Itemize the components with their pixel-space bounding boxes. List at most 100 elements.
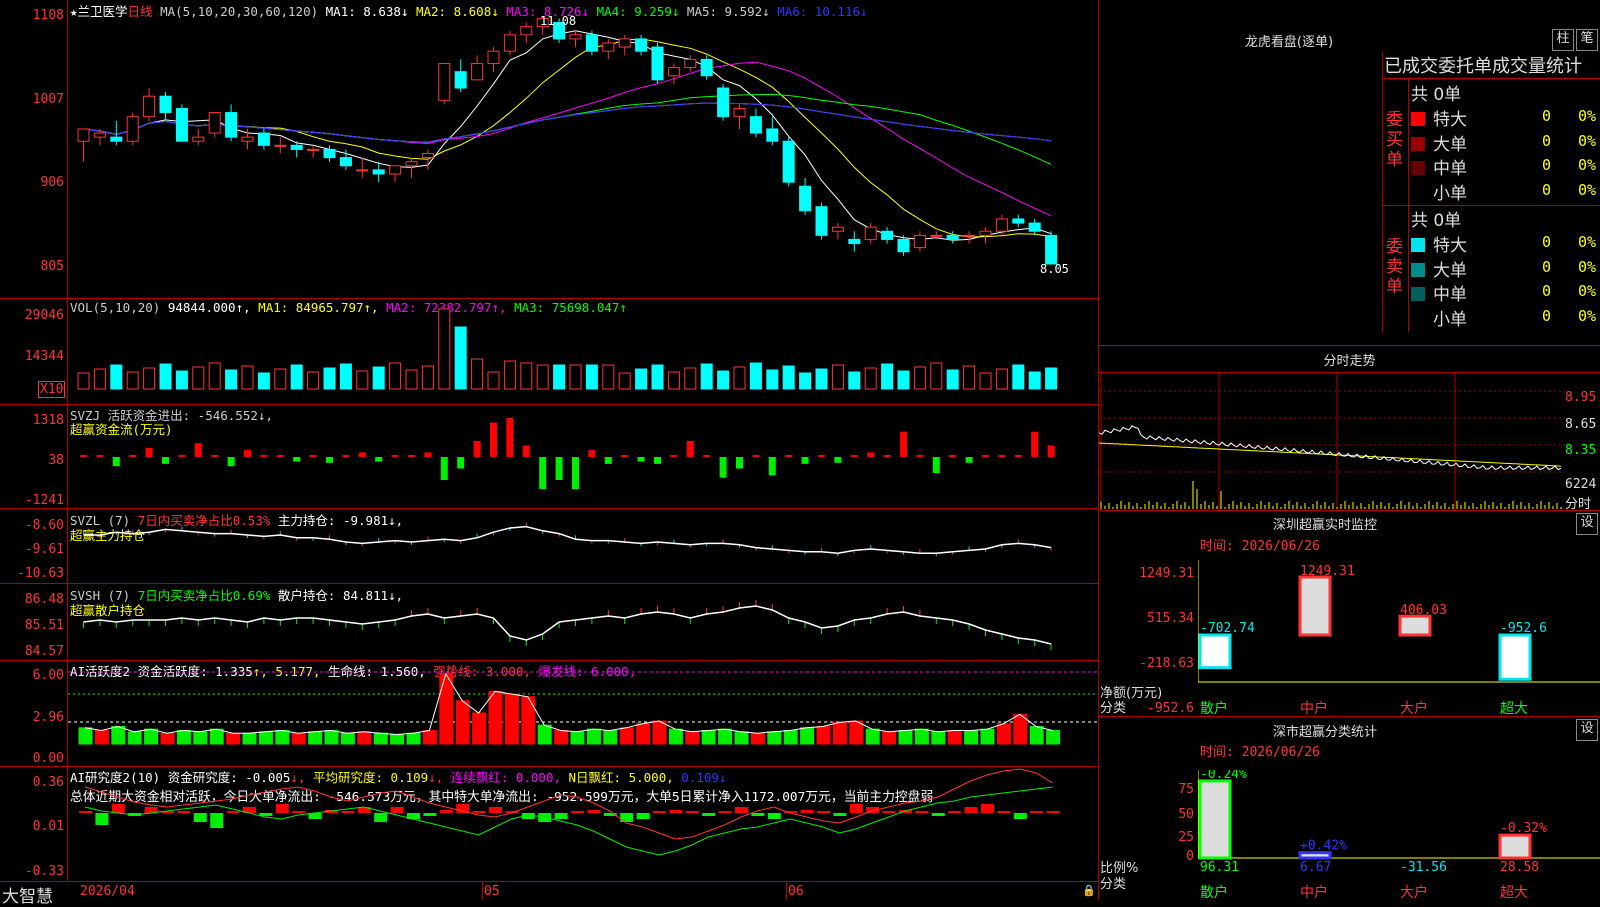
intraday-chart[interactable] xyxy=(1099,373,1565,510)
activity-bar xyxy=(291,732,306,745)
sc-bar-chart[interactable]: -0.24% +0.42% -0.32% xyxy=(1198,770,1600,865)
research-bar xyxy=(79,811,92,813)
candle-body xyxy=(471,62,484,81)
svsh-chart[interactable] xyxy=(68,584,1098,660)
flow-bar xyxy=(178,455,186,457)
research-bar xyxy=(833,813,847,816)
price-tick: 1108 xyxy=(32,8,64,23)
ai1-tick: 6.00 xyxy=(32,668,64,683)
order-row-中单: 中单 xyxy=(1411,280,1467,305)
flow-bar xyxy=(719,457,727,478)
research-bar xyxy=(177,811,191,813)
candle-body xyxy=(520,26,533,36)
sc-settings-button[interactable]: 设 xyxy=(1576,719,1598,741)
candle-body xyxy=(405,161,418,167)
order-type-label: 特大 xyxy=(1433,110,1467,130)
volume-bar xyxy=(159,363,172,390)
research-bar xyxy=(751,813,765,816)
sc-tick: 50 xyxy=(1178,807,1194,822)
svzl-chart[interactable] xyxy=(68,509,1098,583)
panel-divider xyxy=(1099,716,1600,717)
activity-bar xyxy=(964,730,979,745)
flow-bar xyxy=(80,455,87,457)
ai2-chart[interactable] xyxy=(68,767,1098,882)
activity-bar xyxy=(898,730,913,745)
activity-bar xyxy=(258,731,273,745)
ai1-tick: 2.96 xyxy=(32,710,64,725)
activity-bar xyxy=(800,727,815,745)
sz-category: 中户 xyxy=(1300,701,1328,717)
flow-bar xyxy=(457,457,465,469)
ai1-chart[interactable] xyxy=(68,661,1098,767)
sc-bar xyxy=(1498,833,1532,860)
activity-bar xyxy=(422,730,437,745)
candle-body xyxy=(618,38,631,48)
activity-bar xyxy=(324,730,339,745)
app-window: ★兰卫医学日线 MA(5,10,20,30,60,120) MA1: 8.638… xyxy=(0,0,1600,907)
panel-divider xyxy=(1099,510,1600,511)
research-bar xyxy=(882,811,896,813)
volume-bar xyxy=(831,364,844,390)
lhb-tabs[interactable]: 已成交委托单成交量统计 xyxy=(1384,52,1582,78)
activity-bar xyxy=(685,731,700,745)
candle-body xyxy=(143,95,156,118)
candle-body xyxy=(372,169,385,175)
volume-bar xyxy=(749,362,762,390)
research-bar xyxy=(849,804,863,813)
candle-body xyxy=(881,230,894,240)
volume-bar xyxy=(503,360,516,390)
sz-tick: 515.34 xyxy=(1147,611,1194,626)
activity-bar xyxy=(308,731,323,745)
sz-settings-button[interactable]: 设 xyxy=(1576,513,1598,535)
volume-chart[interactable] xyxy=(68,299,1098,404)
volume-bar xyxy=(438,308,451,390)
flow-bar xyxy=(358,452,366,457)
low-annotation: 8.05 xyxy=(1040,262,1069,276)
order-row-小单: 小单 xyxy=(1411,179,1467,204)
flow-bar xyxy=(883,455,891,457)
research-bar xyxy=(964,807,978,813)
candle-body xyxy=(110,136,123,142)
sz-category: 超大 xyxy=(1500,701,1528,717)
activity-bar xyxy=(767,731,782,745)
candle-body xyxy=(438,62,451,101)
flow-bar xyxy=(227,457,235,467)
candle-body xyxy=(766,128,779,142)
price-tick: 805 xyxy=(40,259,64,274)
panel-divider xyxy=(0,881,1098,882)
activity-bar xyxy=(439,673,454,745)
sc-bar-change: +0.42% xyxy=(1300,839,1347,854)
lock-icon[interactable]: 🔒 xyxy=(1082,884,1096,897)
bar-mode-button[interactable]: 柱 xyxy=(1552,29,1574,51)
flow-bar xyxy=(244,450,251,457)
activity-bar xyxy=(472,712,487,745)
candle-body xyxy=(93,132,106,138)
sz-bar-chart[interactable]: -702.74 1249.31 406.03 -952.6 xyxy=(1198,560,1600,685)
vol-unit-badge[interactable]: X10 xyxy=(38,381,66,398)
activity-bar xyxy=(193,731,208,745)
flow-bar xyxy=(637,457,645,462)
price-chart[interactable] xyxy=(68,0,1098,300)
activity-bar xyxy=(816,725,831,745)
candle-body xyxy=(995,218,1008,232)
activity-bar xyxy=(603,730,618,745)
tick-mode-button[interactable]: 笔 xyxy=(1576,29,1598,51)
candle-body xyxy=(963,234,976,237)
order-type-label: 大单 xyxy=(1433,134,1467,155)
brand-logo[interactable]: 大智慧 xyxy=(2,882,53,907)
date-divider xyxy=(786,882,787,900)
color-swatch xyxy=(1411,136,1425,151)
svzj-chart[interactable] xyxy=(68,405,1098,508)
fs-tick: 8.65 xyxy=(1565,417,1597,432)
activity-bar xyxy=(209,728,224,745)
research-bar xyxy=(931,813,945,816)
flow-bar xyxy=(490,422,497,457)
order-percent: 0% xyxy=(1578,156,1597,174)
candle-body xyxy=(323,148,336,159)
sz-bar-label: -952.6 xyxy=(1500,621,1547,636)
buy-order-label: 委买单 xyxy=(1386,110,1403,170)
color-swatch xyxy=(1411,186,1425,200)
flow-bar xyxy=(342,455,350,457)
svsh-tick: 86.48 xyxy=(24,592,64,607)
order-count: 0 xyxy=(1542,131,1552,150)
